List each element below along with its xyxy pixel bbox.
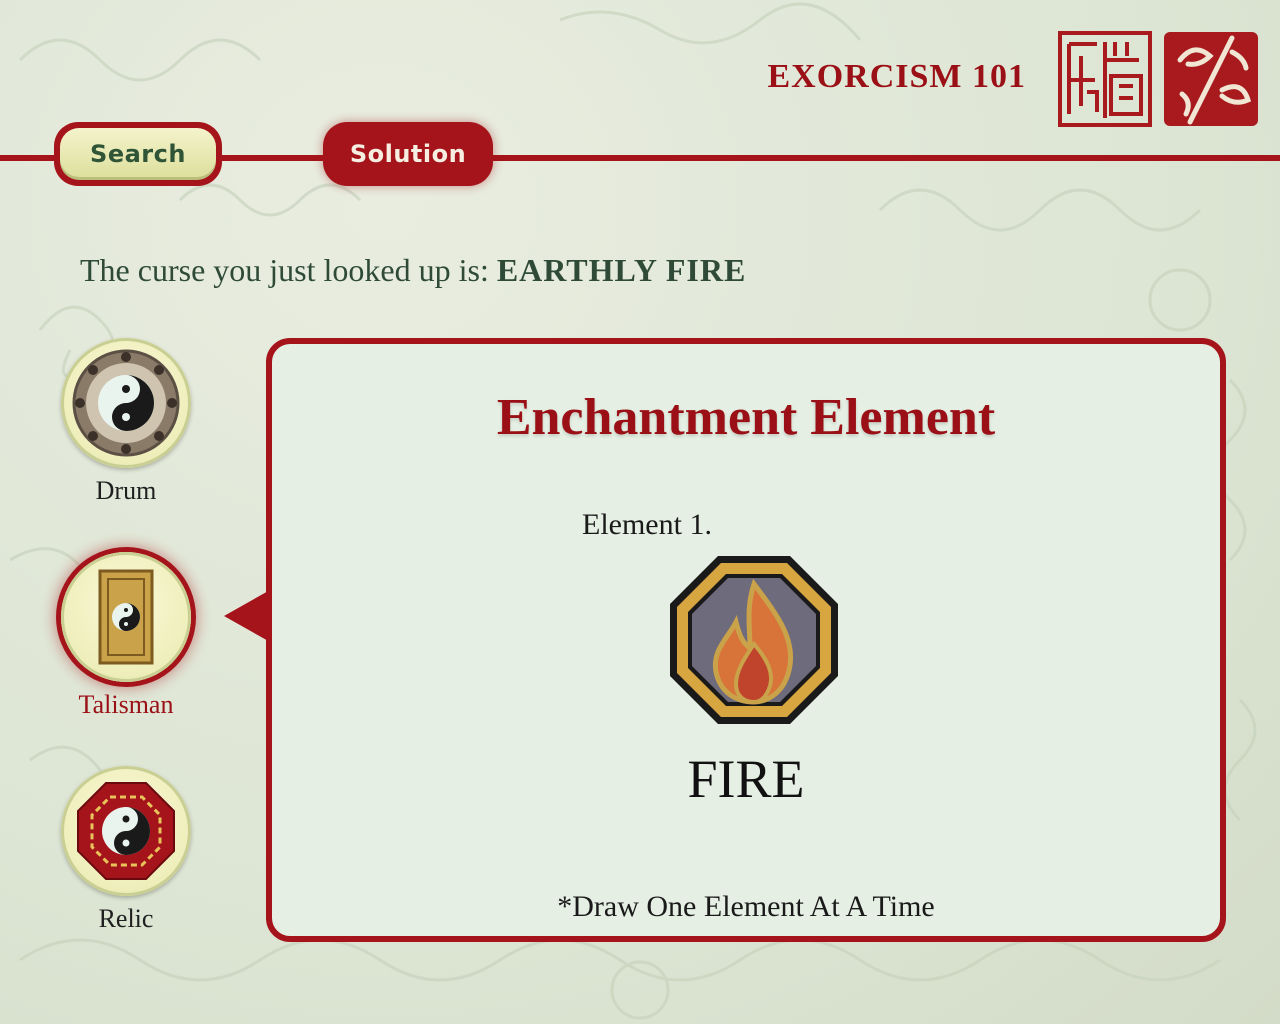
nav-item-relic[interactable]: Relic: [56, 766, 196, 934]
instruction-note: *Draw One Element At A Time: [557, 890, 935, 923]
solution-tab-button[interactable]: Solution: [323, 122, 493, 186]
nav-item-talisman[interactable]: Talisman: [56, 552, 196, 720]
fire-element-icon: [670, 556, 838, 724]
nav-item-drum[interactable]: Drum: [56, 338, 196, 506]
nav-item-label: Relic: [98, 904, 154, 933]
curse-summary: The curse you just looked up is: EARTHLY…: [80, 252, 746, 289]
seal-stamp-icon: [1058, 31, 1152, 127]
panel-title: Enchantment Element: [496, 389, 996, 446]
nav-item-label: Drum: [95, 476, 157, 505]
app-title: EXORCISM 101: [767, 58, 1026, 95]
talisman-button-circle[interactable]: [61, 552, 191, 682]
search-tab-label: Search: [60, 128, 216, 180]
curse-name: EARTHLY FIRE: [496, 252, 747, 288]
selection-pointer: [224, 590, 270, 642]
drum-icon: [72, 349, 180, 457]
drum-button-circle[interactable]: [61, 338, 191, 468]
solution-panel: Enchantment Element Element 1. FIRE *Dra…: [266, 338, 1226, 942]
relic-button-circle[interactable]: [61, 766, 191, 896]
dragon-seal-icon: [1164, 32, 1258, 126]
relic-icon: [77, 782, 175, 880]
nav-item-label: Talisman: [78, 690, 174, 719]
search-tab-button[interactable]: Search: [54, 122, 222, 186]
curse-prefix: The curse you just looked up is:: [80, 252, 489, 288]
talisman-icon: [98, 569, 154, 665]
element-name: FIRE: [687, 749, 805, 809]
element-number-label: Element 1.: [582, 508, 712, 541]
